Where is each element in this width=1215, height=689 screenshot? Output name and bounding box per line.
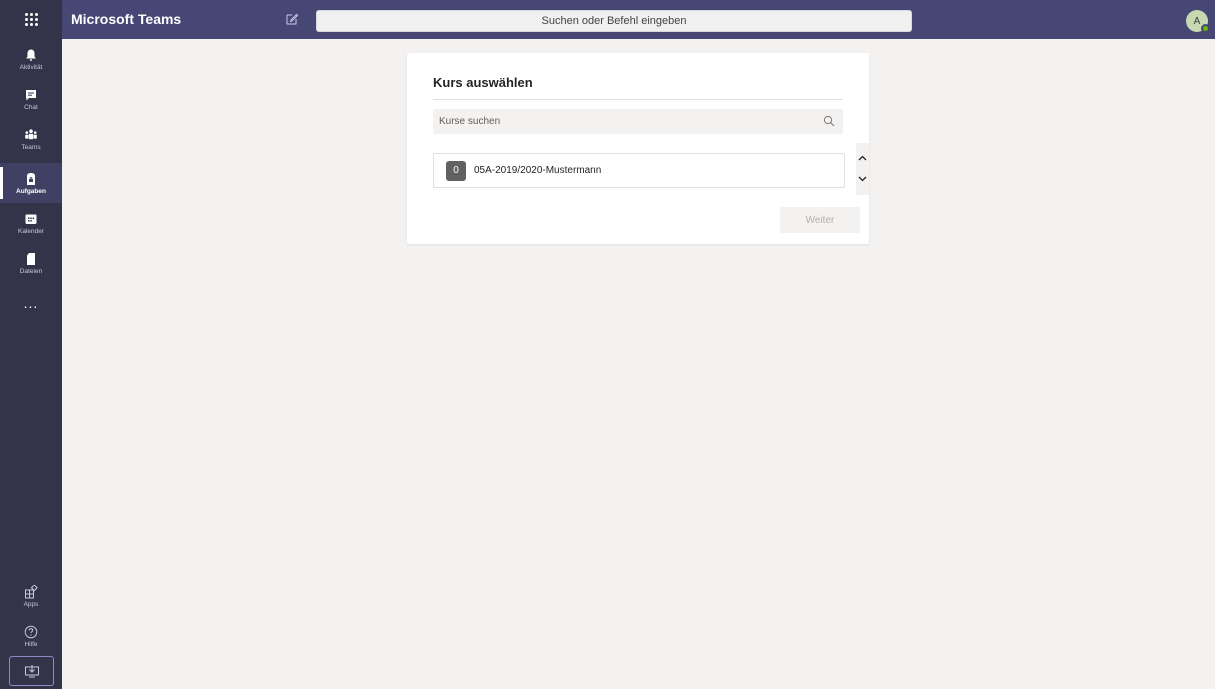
chevron-up-icon [858,155,867,161]
course-name: 05A-2019/2020-Mustermann [474,165,602,176]
rail-more-button[interactable]: ... [0,283,62,323]
rail-item-files[interactable]: Dateien [0,243,62,283]
course-list-item[interactable]: 0 05A-2019/2020-Mustermann [433,153,845,188]
rail-item-assignments[interactable]: Aufgaben [0,163,62,203]
rail-label-chat: Chat [24,103,38,111]
rail-item-calendar[interactable]: Kalender [0,203,62,243]
top-bar: Microsoft Teams Suchen oder Befehl einge… [0,0,1215,39]
download-app-button[interactable] [9,656,54,686]
scroll-down-button[interactable] [856,170,869,188]
search-icon[interactable] [823,115,835,127]
calendar-icon [25,214,37,224]
rail-label-files: Dateien [19,267,43,275]
rail-label-apps: Apps [23,600,39,608]
select-course-dialog: Kurs auswählen 0 05A-2019/2020-Musterman… [407,53,869,244]
help-icon [24,625,38,638]
teams-app: Microsoft Teams Suchen oder Befehl einge… [0,0,1215,689]
more-icon: ... [23,295,39,311]
files-icon [27,252,35,265]
command-search-box[interactable]: Suchen oder Befehl eingeben [316,10,912,32]
scroll-up-button[interactable] [856,149,869,167]
avatar-initial: A [1193,15,1201,27]
avatar[interactable]: A [1186,10,1210,33]
apps-icon [25,584,38,598]
rail-label-assignments: Aufgaben [16,187,46,195]
dialog-title: Kurs auswählen [433,75,533,90]
rail-label-activity: Aktivität [19,63,43,71]
assignments-icon [27,172,35,185]
rail-item-activity[interactable]: Aktivität [0,39,62,79]
waffle-icon [24,13,38,26]
command-search-placeholder: Suchen oder Befehl eingeben [541,15,687,27]
dialog-divider [433,99,843,100]
presence-indicator [1201,24,1210,33]
chevron-down-icon [858,176,867,182]
rail-item-chat[interactable]: Chat [0,79,62,119]
rail-item-apps[interactable]: Apps [0,576,62,616]
course-search-input[interactable] [433,109,843,134]
rail-label-teams: Teams [21,143,41,151]
rail-item-help[interactable]: Hilfe [0,616,62,656]
bell-icon [26,49,36,61]
download-icon [24,665,39,678]
next-button[interactable]: Weiter [780,207,860,233]
app-rail: Aktivität Chat Teams Aufgaben Kalender D… [0,39,62,689]
course-badge: 0 [446,160,466,181]
waffle-button[interactable] [0,0,62,39]
course-search-field[interactable] [433,109,843,134]
rail-item-teams[interactable]: Teams [0,119,62,159]
compose-icon[interactable] [285,12,299,26]
teams-icon [25,128,37,139]
rail-label-calendar: Kalender [17,227,45,235]
course-list-scroller [856,143,869,195]
app-title: Microsoft Teams [71,11,182,27]
chat-icon [26,89,36,100]
rail-label-help: Hilfe [24,640,38,648]
